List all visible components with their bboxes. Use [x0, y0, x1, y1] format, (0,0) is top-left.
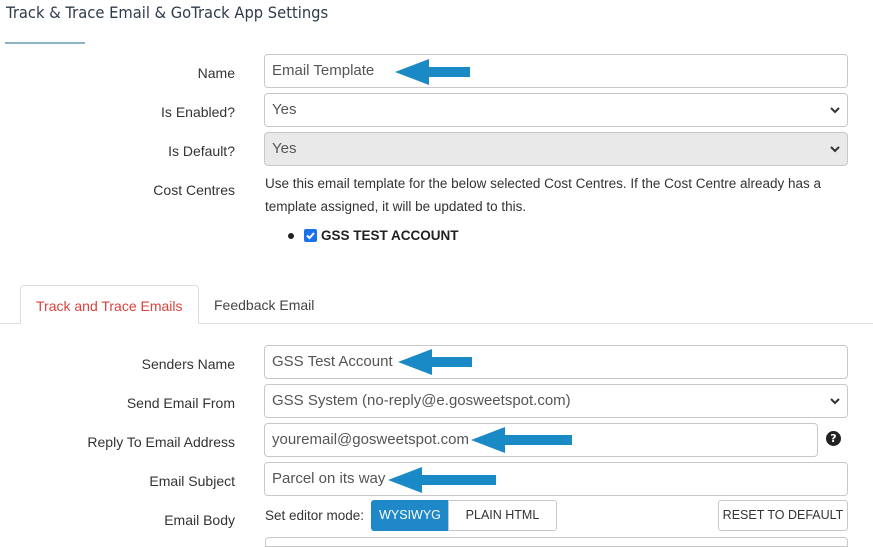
left-arrow-icon — [395, 59, 470, 85]
chevron-down-icon — [830, 146, 840, 153]
email-subject-label: Email Subject — [149, 473, 235, 489]
senders-name-label: Senders Name — [141, 356, 235, 372]
left-arrow-icon — [471, 427, 572, 453]
cost-centre-label: GSS TEST ACCOUNT — [321, 228, 459, 243]
name-label: Name — [197, 65, 235, 81]
left-arrow-icon — [398, 349, 472, 375]
send-email-from-label: Send Email From — [126, 395, 235, 411]
wysiwyg-button[interactable]: WYSIWYG — [371, 500, 449, 531]
cost-centre-item: GSS TEST ACCOUNT — [288, 228, 459, 243]
tab-feedback-email[interactable]: Feedback Email — [199, 285, 329, 324]
send-email-from-select[interactable]: GSS System (no-reply@e.gosweetspot.com) — [264, 384, 848, 418]
chevron-down-icon — [830, 398, 840, 405]
question-circle-icon[interactable]: ? — [826, 431, 841, 446]
cost-centres-description: Use this email template for the below se… — [265, 176, 822, 214]
plain-html-button[interactable]: PLAIN HTML — [448, 500, 557, 531]
is-enabled-label: Is Enabled? — [161, 104, 235, 120]
name-input[interactable]: Email Template — [264, 54, 848, 88]
editor-mode-label: Set editor mode: — [265, 508, 365, 523]
bullet-icon — [288, 232, 294, 239]
senders-name-input[interactable]: GSS Test Account — [264, 345, 848, 379]
reset-to-default-button[interactable]: RESET TO DEFAULT — [718, 500, 848, 531]
cost-centre-checkbox[interactable] — [304, 229, 317, 242]
reply-to-label: Reply To Email Address — [87, 434, 235, 450]
chevron-down-icon — [830, 107, 840, 114]
is-default-label: Is Default? — [168, 143, 235, 159]
is-enabled-select[interactable]: Yes — [264, 93, 848, 127]
email-body-label: Email Body — [164, 512, 235, 528]
cost-centres-label: Cost Centres — [153, 182, 235, 198]
is-enabled-value: Yes — [272, 101, 297, 118]
page-title: Track & Trace Email & GoTrack App Settin… — [6, 3, 329, 22]
tab-track-and-trace-emails[interactable]: Track and Trace Emails — [20, 285, 199, 324]
is-default-value: Yes — [272, 140, 297, 157]
send-email-from-value: GSS System (no-reply@e.gosweetspot.com) — [272, 392, 571, 409]
is-default-select[interactable]: Yes — [264, 132, 848, 166]
title-underline — [5, 42, 85, 44]
check-icon — [306, 232, 315, 240]
email-body-editor[interactable] — [265, 537, 848, 547]
email-subject-input[interactable]: Parcel on its way — [264, 462, 848, 496]
left-arrow-icon — [388, 467, 496, 493]
